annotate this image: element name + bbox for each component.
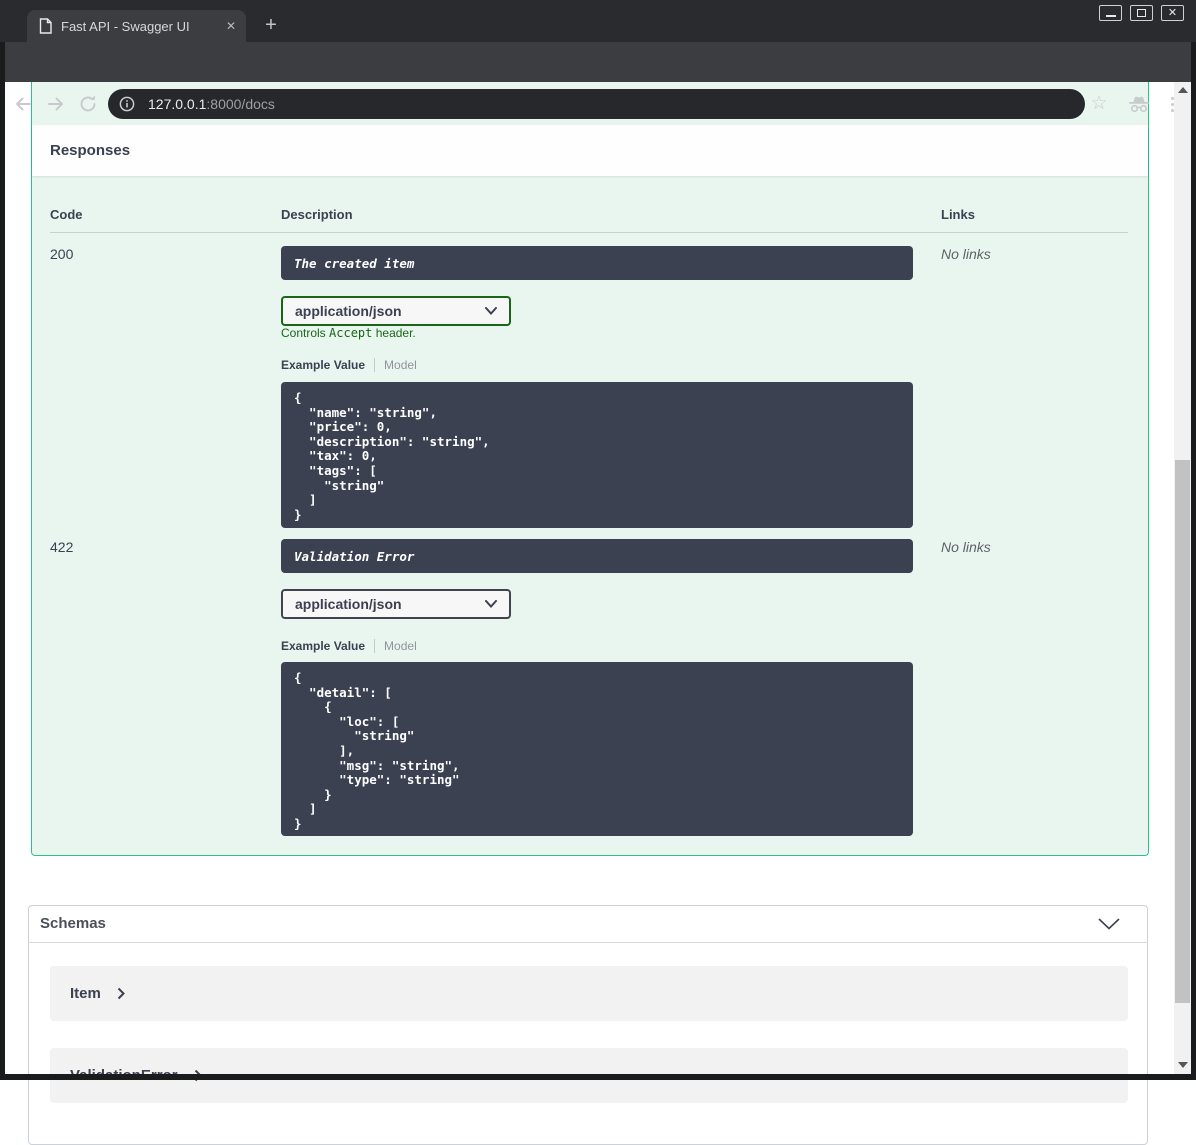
response-description-text: Validation Error [294, 548, 415, 564]
table-header-divider [50, 232, 1128, 233]
minimize-icon [1105, 15, 1116, 17]
example-model-tabs: Example Value Model [281, 638, 417, 654]
url-bar[interactable]: 127.0.0.1:8000/docs [108, 89, 1085, 119]
tab-model[interactable]: Model [384, 358, 417, 372]
tab-divider [374, 639, 376, 653]
minimize-button[interactable] [1099, 5, 1122, 21]
example-json-block: { "name": "string", "price": 0, "descrip… [281, 382, 913, 528]
example-model-tabs: Example Value Model [281, 357, 417, 373]
maximize-icon [1137, 9, 1146, 17]
info-icon[interactable] [119, 96, 135, 112]
tab-title: Fast API - Swagger UI [61, 18, 190, 34]
col-header-code: Code [50, 207, 83, 222]
browser-tab[interactable]: Fast API - Swagger UI ✕ [27, 10, 246, 42]
browser-titlebar: Fast API - Swagger UI ✕ + ✕ [0, 0, 1196, 42]
tab-model[interactable]: Model [384, 639, 417, 653]
example-json-block: { "detail": [ { "loc": [ "string" ], "ms… [281, 662, 913, 836]
chevron-down-icon [485, 600, 497, 608]
window-border [1191, 42, 1196, 1080]
links-cell: No links [941, 539, 991, 555]
window-border [0, 1074, 1196, 1080]
browser-toolbar: 127.0.0.1:8000/docs ☆ [0, 42, 1196, 119]
response-description-text: The created item [294, 255, 415, 271]
response-code-422: 422 [50, 539, 74, 555]
example-json-422: { "detail": [ { "loc": [ "string" ], "ms… [294, 670, 460, 831]
window-border [0, 42, 5, 1080]
page-favicon-icon [39, 18, 52, 34]
back-icon[interactable] [13, 94, 33, 114]
bookmark-star-icon[interactable]: ☆ [1089, 93, 1109, 115]
response-description-box: Validation Error [281, 539, 913, 573]
responses-title: Responses [50, 142, 131, 159]
media-type-select[interactable]: application/json [281, 589, 511, 619]
tab-example-value[interactable]: Example Value [281, 358, 365, 372]
responses-section-header: Responses [32, 125, 1148, 176]
col-header-description: Description [281, 207, 353, 222]
links-cell: No links [941, 246, 991, 262]
window-controls: ✕ [1099, 5, 1184, 21]
forward-icon[interactable] [46, 94, 66, 114]
controls-accept-note: Controls Accept header. [281, 326, 416, 340]
scrollbar-up-arrow[interactable] [1178, 87, 1188, 93]
incognito-icon [1129, 96, 1149, 113]
chevron-down-icon[interactable] [1098, 917, 1120, 930]
url-text: 127.0.0.1:8000/docs [148, 96, 275, 112]
chevron-down-icon [485, 307, 497, 315]
chevron-right-icon [117, 987, 125, 1000]
tab-example-value[interactable]: Example Value [281, 639, 365, 653]
reload-icon[interactable] [78, 94, 98, 114]
tab-close-icon[interactable]: ✕ [226, 19, 236, 33]
response-description-box: The created item [281, 246, 913, 280]
col-header-links: Links [941, 207, 975, 222]
scrollbar-thumb[interactable] [1175, 460, 1190, 1003]
close-button[interactable]: ✕ [1161, 5, 1184, 21]
schema-model-item[interactable]: Item [50, 966, 1128, 1021]
example-json-200: { "name": "string", "price": 0, "descrip… [294, 390, 490, 522]
media-type-select[interactable]: application/json [281, 296, 511, 326]
tab-divider [374, 358, 376, 372]
close-icon: ✕ [1167, 6, 1178, 19]
scrollbar-down-arrow[interactable] [1178, 1062, 1188, 1068]
schemas-header[interactable]: Schemas [28, 905, 1148, 943]
maximize-button[interactable] [1130, 5, 1153, 21]
schemas-title: Schemas [40, 915, 106, 932]
menu-kebab-icon[interactable] [1166, 95, 1178, 113]
response-code-200: 200 [50, 246, 74, 262]
new-tab-button[interactable]: + [259, 14, 283, 38]
